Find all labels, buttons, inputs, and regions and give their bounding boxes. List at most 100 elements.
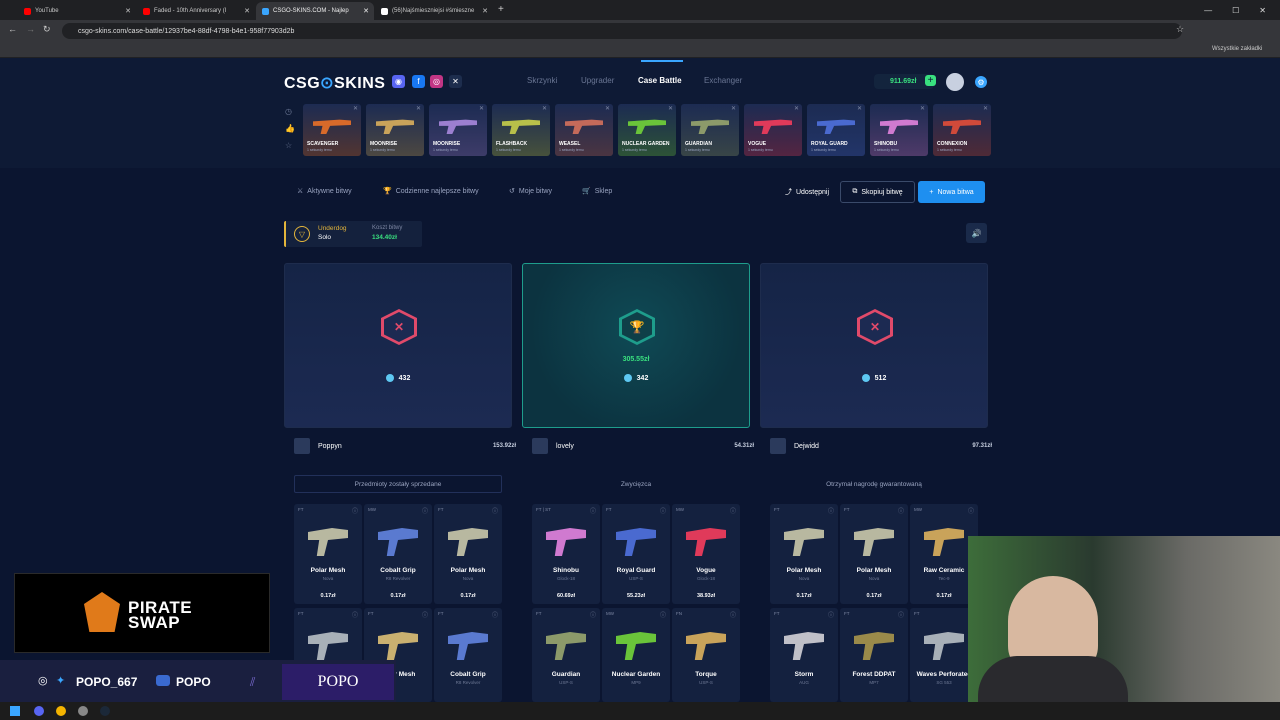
browser-tab-active[interactable]: CSGO-SKINS.COM - Najlep ✕ [256,2,374,20]
close-icon[interactable]: ✕ [794,105,799,112]
close-icon[interactable]: ✕ [983,105,988,112]
sound-toggle-icon[interactable]: 🔊 [966,223,987,243]
discord-taskbar-icon[interactable] [34,706,44,716]
close-icon[interactable]: ✕ [416,105,421,112]
info-icon[interactable]: ⓘ [660,506,666,515]
live-drop-card[interactable]: ✕ SCAVENGER 1 sekundy temu [303,104,361,156]
player-row[interactable]: lovely 54.31zł [532,436,760,456]
site-logo[interactable]: CSG⊙SKINS [284,73,385,93]
url-input[interactable]: csgo-skins.com/case-battle/12937be4-88df… [62,23,1182,39]
live-drop-card[interactable]: ✕ VOGUE 1 sekundy temu [744,104,802,156]
close-icon[interactable]: ✕ [244,7,250,15]
info-icon[interactable]: ⓘ [898,610,904,619]
info-icon[interactable]: ⓘ [492,506,498,515]
my-battles-link[interactable]: ↺ Moje bitwy [509,187,552,196]
nav-exchanger[interactable]: Exchanger [704,76,742,85]
info-icon[interactable]: ⓘ [352,610,358,619]
chrome-taskbar-icon[interactable] [56,706,66,716]
forward-icon[interactable]: → [26,24,35,34]
back-icon[interactable]: ← [8,24,17,34]
item-card[interactable]: FT ⓘ Cobalt Grip R8 Revolver [434,608,502,702]
close-icon[interactable]: ✕ [353,105,358,112]
avatar[interactable] [946,73,964,91]
close-icon[interactable]: ✕ [731,105,736,112]
close-icon[interactable]: ✕ [482,7,488,15]
info-icon[interactable]: ⓘ [422,610,428,619]
copy-battle-button[interactable]: ⧉ Skopiuj bitwę [840,181,915,203]
info-icon[interactable]: ⓘ [828,610,834,619]
favorite-star-icon[interactable]: ☆ [285,141,292,150]
item-card[interactable]: MW ⓘ Nuclear Garden MP9 [602,608,670,702]
shop-link[interactable]: 🛒 Sklep [582,187,612,196]
nav-case-battle[interactable]: Case Battle [638,76,682,85]
steam-taskbar-icon[interactable] [100,706,110,716]
live-drop-card[interactable]: ✕ GUARDIAN 1 sekundy temu [681,104,739,156]
live-drop-card[interactable]: ✕ CONNEXION 1 sekundy temu [933,104,991,156]
item-card[interactable]: FT ⓘ Polar Mesh Nova 0.17zł [294,504,362,604]
nav-upgrader[interactable]: Upgrader [581,76,614,85]
recent-clock-icon[interactable]: ◷ [285,107,292,116]
top-thumb-icon[interactable]: 👍 [285,124,295,133]
close-icon[interactable]: ✕ [542,105,547,112]
close-icon[interactable]: ✕ [125,7,131,15]
item-card[interactable]: FT ⓘ Forest DDPAT MP7 [840,608,908,702]
live-drop-card[interactable]: ✕ NUCLEAR GARDEN 1 sekundy temu [618,104,676,156]
daily-best-link[interactable]: 🏆 Codzienne najlepsze bitwy [383,187,479,196]
active-battles-link[interactable]: ⚔ Aktywne bitwy [297,187,352,196]
info-icon[interactable]: ⓘ [730,610,736,619]
live-drop-card[interactable]: ✕ MOONRISE 1 sekundy temu [366,104,424,156]
minimize-icon[interactable]: — [1204,6,1212,15]
close-icon[interactable]: ✕ [857,105,862,112]
player-row[interactable]: Poppyn 153.92zł [294,436,522,456]
close-window-icon[interactable]: ✕ [1259,6,1266,15]
new-battle-button[interactable]: + Nowa bitwa [918,181,985,203]
close-icon[interactable]: ✕ [479,105,484,112]
instagram-icon[interactable]: ◎ [430,75,443,88]
item-card[interactable]: FN ⓘ Torque USP-S [672,608,740,702]
info-icon[interactable]: ⓘ [352,506,358,515]
item-card[interactable]: MW ⓘ Cobalt Grip R8 Revolver 0.17zł [364,504,432,604]
info-icon[interactable]: ⓘ [730,506,736,515]
discord-icon[interactable]: ◉ [392,75,405,88]
close-icon[interactable]: ✕ [363,7,369,15]
bookmark-star-icon[interactable]: ☆ [1176,24,1184,35]
info-icon[interactable]: ⓘ [828,506,834,515]
close-icon[interactable]: ✕ [668,105,673,112]
share-button[interactable]: ⤴ Udostępnij [780,181,834,203]
all-bookmarks[interactable]: Wszystkie zakładki [1212,46,1262,52]
item-card[interactable]: FT ⓘ Guardian USP-S [532,608,600,702]
live-drop-card[interactable]: ✕ FLASHBACK 1 sekundy temu [492,104,550,156]
app-taskbar-icon[interactable] [78,706,88,716]
facebook-icon[interactable]: f [412,75,425,88]
info-icon[interactable]: ⓘ [898,506,904,515]
item-card[interactable]: FT | ST ⓘ Shinobu Glock-18 60.69zł [532,504,600,604]
info-icon[interactable]: ⓘ [590,610,596,619]
new-tab-icon[interactable]: + [498,4,504,15]
item-card[interactable]: FT ⓘ Royal Guard USP-S 55.23zł [602,504,670,604]
live-drop-card[interactable]: ✕ ROYAL GUARD 1 sekundy temu [807,104,865,156]
x-icon[interactable]: ✕ [449,75,462,88]
settings-gear-icon[interactable]: ⚙ [975,76,987,88]
close-icon[interactable]: ✕ [920,105,925,112]
info-icon[interactable]: ⓘ [660,610,666,619]
live-drop-card[interactable]: ✕ MOONRISE 1 sekundy temu [429,104,487,156]
browser-tab[interactable]: (56)Najśmieszniejsi #śmieszne ✕ [375,2,493,20]
browser-tab[interactable]: Faded - 10th Anniversary (I ✕ [137,2,255,20]
info-icon[interactable]: ⓘ [590,506,596,515]
browser-tab[interactable]: YouTube ✕ [18,2,136,20]
info-icon[interactable]: ⓘ [422,506,428,515]
item-card[interactable]: FT ⓘ Polar Mesh Nova 0.17zł [434,504,502,604]
deposit-button[interactable]: + [925,75,936,86]
maximize-icon[interactable]: ☐ [1232,6,1239,15]
item-card[interactable]: FT ⓘ Polar Mesh Nova 0.17zł [840,504,908,604]
info-icon[interactable]: ⓘ [492,610,498,619]
item-card[interactable]: FT ⓘ Polar Mesh Nova 0.17zł [770,504,838,604]
live-drop-card[interactable]: ✕ SHINOBU 1 sekundy temu [870,104,928,156]
close-icon[interactable]: ✕ [605,105,610,112]
item-card[interactable]: FT ⓘ Storm AUG [770,608,838,702]
item-card[interactable]: MW ⓘ Vogue Glock-18 38.93zł [672,504,740,604]
windows-start-icon[interactable] [10,706,20,716]
live-drop-card[interactable]: ✕ WEASEL 1 sekundy temu [555,104,613,156]
player-row[interactable]: Dejwidd 97.31zł [770,436,998,456]
nav-cases[interactable]: Skrzynki [527,76,557,85]
